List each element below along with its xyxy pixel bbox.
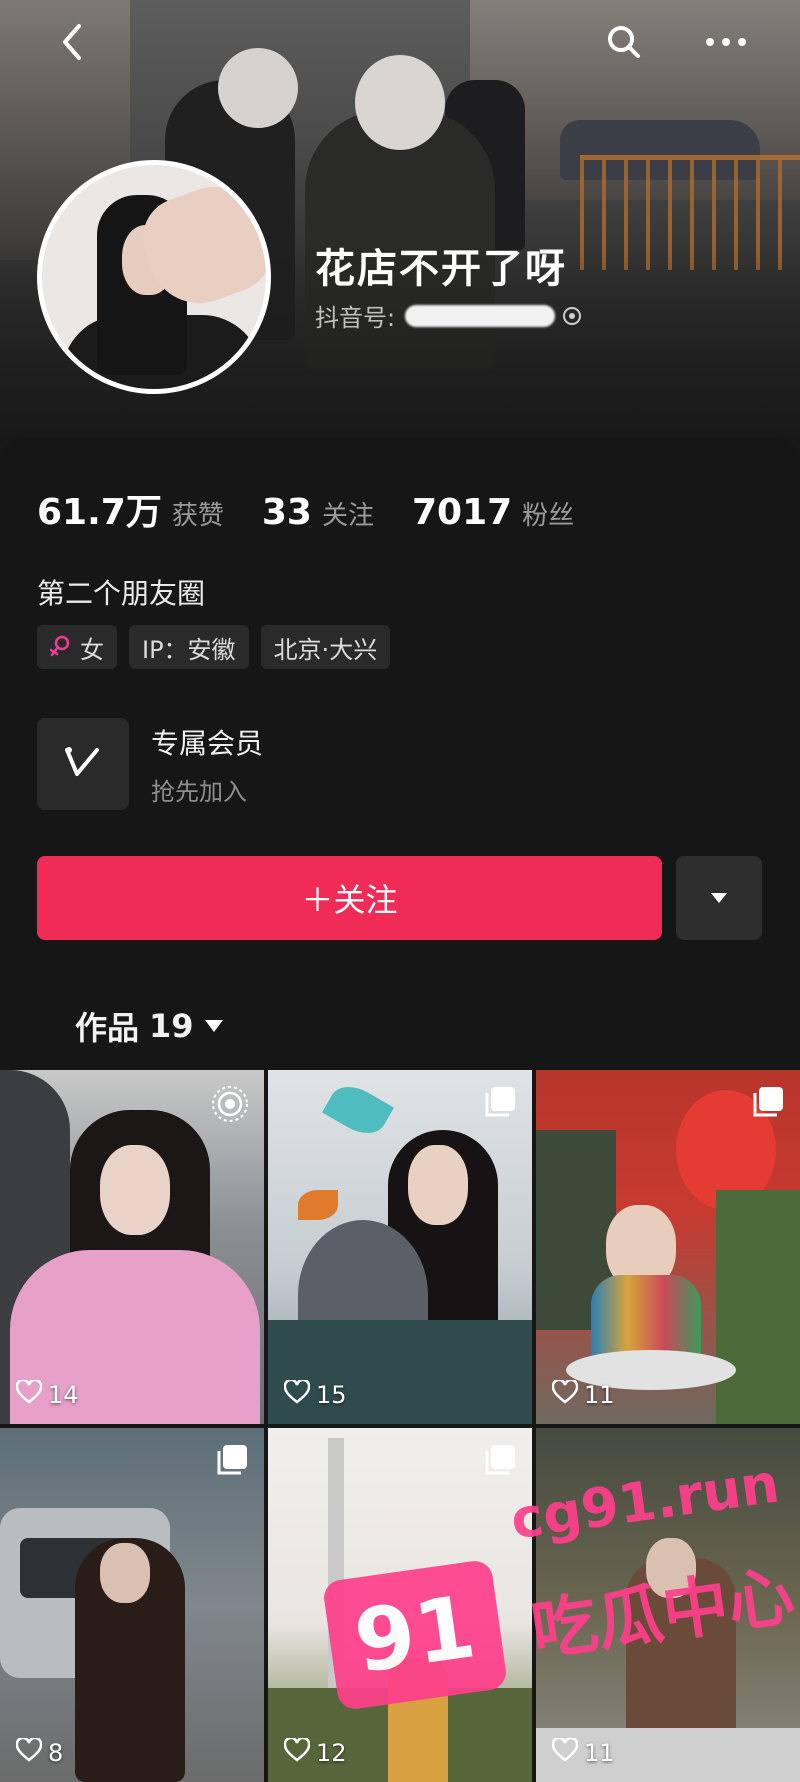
- membership-title: 专属会员: [151, 726, 264, 760]
- stat-label: 粉丝: [522, 501, 575, 531]
- image-set-icon: [750, 1084, 786, 1124]
- search-button[interactable]: [596, 14, 652, 70]
- stat-followers[interactable]: 7017 粉丝: [412, 492, 574, 533]
- works-label: 作品: [75, 1009, 140, 1047]
- like-count: 8: [15, 1736, 64, 1768]
- like-count-value: 15: [316, 1381, 347, 1409]
- avatar[interactable]: [37, 160, 271, 394]
- like-count-value: 14: [48, 1381, 79, 1409]
- heart-icon: [551, 1736, 584, 1768]
- redacted-id: [405, 304, 556, 327]
- douyin-id: 抖音号:: [315, 298, 583, 333]
- stat-value: 33: [261, 492, 312, 533]
- like-count-value: 8: [48, 1739, 64, 1767]
- more-options-button[interactable]: [698, 14, 754, 70]
- like-count: 11: [551, 1378, 615, 1410]
- image-set-icon: [482, 1084, 518, 1124]
- like-count: 11: [551, 1736, 615, 1768]
- more-dots-icon: [704, 35, 748, 49]
- membership-entry[interactable]: 专属会员 抢先加入: [37, 718, 263, 810]
- tag-city: 北京·大兴: [260, 625, 391, 669]
- heart-icon: [283, 1736, 316, 1768]
- heart-icon: [283, 1378, 316, 1410]
- profile-bio: 第二个朋友圈: [37, 577, 206, 610]
- work-thumbnail[interactable]: 14: [0, 1070, 264, 1424]
- back-button[interactable]: [44, 14, 100, 70]
- like-count-value: 12: [316, 1739, 347, 1767]
- image-set-icon: [482, 1442, 518, 1482]
- heart-icon: [15, 1378, 48, 1410]
- watermark-logo: 91: [321, 1558, 509, 1712]
- tag-gender: 女: [37, 625, 117, 669]
- heart-icon: [551, 1378, 584, 1410]
- stat-value: 61.7万: [37, 492, 162, 533]
- works-count: 19: [149, 1007, 194, 1045]
- tag-text: IP：安徽: [142, 635, 236, 664]
- tag-ip-location: IP：安徽: [129, 625, 249, 669]
- live-photo-icon: [210, 1084, 250, 1128]
- female-icon: [50, 635, 70, 659]
- profile-stats: 61.7万 获赞 33 关注 7017 粉丝: [37, 483, 612, 535]
- profile-nickname: 花店不开了呀: [315, 246, 567, 292]
- work-thumbnail[interactable]: 8: [0, 1428, 264, 1782]
- membership-subtitle: 抢先加入: [151, 777, 247, 806]
- chevron-left-icon: [57, 22, 87, 62]
- work-thumbnail[interactable]: 15: [268, 1070, 532, 1424]
- tab-works[interactable]: 作品 19: [75, 1003, 224, 1049]
- search-icon: [604, 22, 644, 62]
- like-count: 14: [15, 1378, 79, 1410]
- caret-down-icon: [204, 1019, 224, 1033]
- copy-icon[interactable]: [561, 305, 583, 327]
- tag-text: 女: [80, 635, 104, 664]
- follow-button[interactable]: ＋关注: [37, 856, 662, 940]
- stat-likes: 61.7万 获赞: [37, 483, 224, 535]
- like-count: 12: [283, 1736, 347, 1768]
- membership-badge: [37, 718, 129, 810]
- stat-value: 7017: [411, 492, 513, 533]
- heart-icon: [15, 1736, 48, 1768]
- stat-label: 关注: [321, 501, 374, 531]
- work-thumbnail[interactable]: 11: [536, 1070, 800, 1424]
- like-count-value: 11: [584, 1739, 615, 1767]
- stat-following[interactable]: 33 关注: [262, 492, 374, 533]
- follow-options-button[interactable]: [676, 856, 762, 940]
- stat-label: 获赞: [171, 501, 224, 531]
- image-set-icon: [214, 1442, 250, 1482]
- v-icon: [63, 744, 103, 784]
- douyin-id-label: 抖音号:: [315, 304, 396, 332]
- caret-down-icon: [710, 889, 728, 908]
- like-count: 15: [283, 1378, 347, 1410]
- profile-tags: 女 IP：安徽 北京·大兴: [37, 625, 402, 669]
- tag-text: 北京·大兴: [273, 635, 378, 664]
- like-count-value: 11: [584, 1381, 615, 1409]
